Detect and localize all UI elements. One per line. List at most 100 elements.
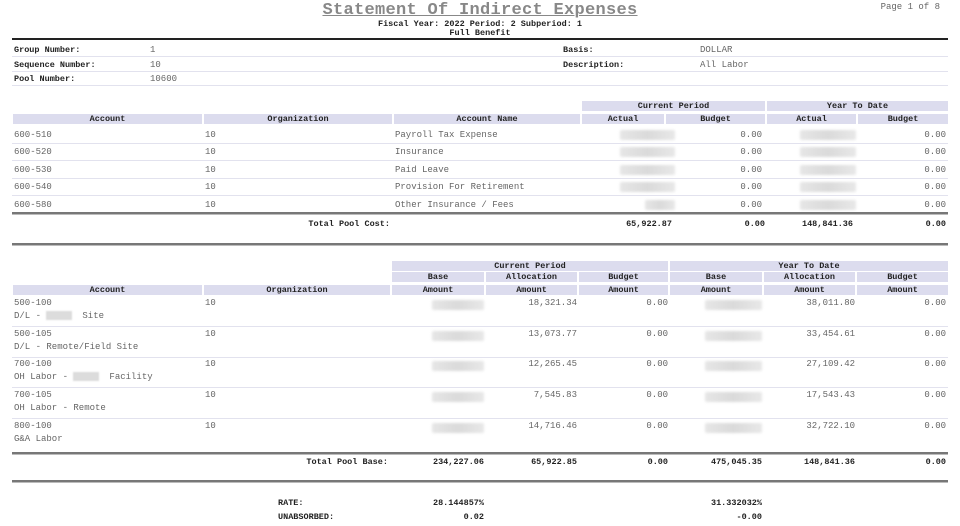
group-number-value: 1 xyxy=(150,45,156,55)
organization: 10 xyxy=(205,182,216,192)
cp-allocation: 18,321.34 xyxy=(528,298,577,308)
account-description: G&A Labor xyxy=(14,434,63,445)
organization: 10 xyxy=(205,147,216,157)
total-base-ytd-budget: 0.00 xyxy=(925,457,946,467)
ytd-allocation: 38,011.80 xyxy=(806,298,855,308)
organization: 10 xyxy=(205,200,216,210)
redacted-ytd-base xyxy=(705,423,762,433)
ytd-budget: 0.00 xyxy=(924,298,946,308)
redacted-ytd-actual xyxy=(800,130,856,140)
cp-budget: 0.00 xyxy=(740,165,762,175)
ytd-budget: 0.00 xyxy=(924,421,946,431)
sequence-number-label: Sequence Number: xyxy=(14,60,96,70)
rate-current-period: 28.144857% xyxy=(432,498,484,508)
cp-allocation: 7,545.83 xyxy=(533,390,577,400)
total-base-ytd-allocation: 148,841.36 xyxy=(803,457,855,467)
account-number: 800-100 xyxy=(14,421,52,431)
column-header-cp-budget: Budget xyxy=(666,114,765,124)
account-number: 600-540 xyxy=(14,182,52,192)
base-total-rule xyxy=(12,452,948,455)
account-number: 500-100 xyxy=(14,298,52,308)
account-description: D/L - Site xyxy=(14,311,104,322)
report-subtitle-benefit: Full Benefit xyxy=(449,28,511,38)
description-label: Description: xyxy=(563,60,625,70)
description-text: D/L - xyxy=(14,311,47,321)
ytd-budget: 0.00 xyxy=(924,182,946,192)
cp-allocation: 13,073.77 xyxy=(528,329,577,339)
account-number: 700-105 xyxy=(14,390,52,400)
ytd-budget: 0.00 xyxy=(924,130,946,140)
account-number: 500-105 xyxy=(14,329,52,339)
redacted-cp-base xyxy=(432,300,484,310)
account-name: Insurance xyxy=(395,147,444,157)
account-name: Payroll Tax Expense xyxy=(395,130,498,140)
subheader-ytd-base: Base xyxy=(670,272,762,282)
organization: 10 xyxy=(205,359,216,369)
cp-budget: 0.00 xyxy=(646,359,668,369)
cp-budget: 0.00 xyxy=(740,147,762,157)
row-divider xyxy=(12,143,948,144)
cp-budget: 0.00 xyxy=(646,329,668,339)
subheader-ytd-budget: Budget xyxy=(857,272,948,282)
account-name: Provision For Retirement xyxy=(395,182,525,192)
group-header-year-to-date: Year To Date xyxy=(670,261,948,271)
redacted-ytd-base xyxy=(705,331,762,341)
column-header-ytd-actual: Actual xyxy=(767,114,856,124)
redacted-cp-base xyxy=(432,361,484,371)
divider xyxy=(12,71,948,72)
row-divider xyxy=(12,326,948,327)
ytd-budget: 0.00 xyxy=(924,359,946,369)
pool-number-label: Pool Number: xyxy=(14,74,76,84)
organization: 10 xyxy=(205,390,216,400)
account-number: 600-520 xyxy=(14,147,52,157)
account-name: Other Insurance / Fees xyxy=(395,200,514,210)
divider xyxy=(12,85,948,86)
redacted-ytd-base xyxy=(705,300,762,310)
redacted-ytd-actual xyxy=(800,182,856,192)
redacted-ytd-base xyxy=(705,392,762,402)
unabsorbed-current-period: 0.02 xyxy=(463,512,484,522)
ytd-allocation: 33,454.61 xyxy=(806,329,855,339)
rate-year-to-date: 31.332032% xyxy=(710,498,762,508)
total-base-cp-allocation: 65,922.85 xyxy=(531,457,577,467)
group-header-current-period: Current Period xyxy=(582,101,765,111)
column-header-account: Account xyxy=(13,285,202,295)
header-rule xyxy=(12,38,948,40)
column-header-account: Account xyxy=(13,114,202,124)
subheader-cp-budget: Budget xyxy=(579,272,668,282)
account-description: D/L - Remote/Field Site xyxy=(14,342,138,353)
group-header-year-to-date: Year To Date xyxy=(767,101,948,111)
organization: 10 xyxy=(205,421,216,431)
total-cost-cp-budget: 0.00 xyxy=(744,219,765,229)
description-text: OH Labor - xyxy=(14,372,74,382)
row-divider xyxy=(12,387,948,388)
column-header-organization: Organization xyxy=(204,114,392,124)
column-header-cp-base-amount: Amount xyxy=(392,285,484,295)
cp-budget: 0.00 xyxy=(646,421,668,431)
description-text-suffix: Facility xyxy=(109,372,153,382)
cp-budget: 0.00 xyxy=(740,130,762,140)
cost-total-rule xyxy=(12,212,948,215)
report-title: Statement Of Indirect Expenses xyxy=(322,1,638,20)
page-indicator: Page 1 of 8 xyxy=(880,2,940,12)
organization: 10 xyxy=(205,165,216,175)
redacted-text xyxy=(73,372,100,382)
total-pool-base-label: Total Pool Base: xyxy=(306,457,388,467)
description-text: G&A Labor xyxy=(14,434,63,444)
column-header-organization: Organization xyxy=(204,285,390,295)
total-base-ytd-base: 475,045.35 xyxy=(710,457,762,467)
ytd-allocation: 32,722.10 xyxy=(806,421,855,431)
account-number: 700-100 xyxy=(14,359,52,369)
column-header-ytd-budget: Budget xyxy=(858,114,948,124)
rate-label: RATE: xyxy=(278,498,304,508)
column-header-cp-budget-amount: Amount xyxy=(579,285,668,295)
account-description: OH Labor - Remote xyxy=(14,403,106,414)
redacted-ytd-base xyxy=(705,361,762,371)
basis-value: DOLLAR xyxy=(700,45,733,55)
redacted-cp-base xyxy=(432,392,484,402)
organization: 10 xyxy=(205,329,216,339)
redacted-ytd-actual xyxy=(800,165,856,175)
ytd-budget: 0.00 xyxy=(924,165,946,175)
cp-allocation: 12,265.45 xyxy=(528,359,577,369)
account-number: 600-580 xyxy=(14,200,52,210)
